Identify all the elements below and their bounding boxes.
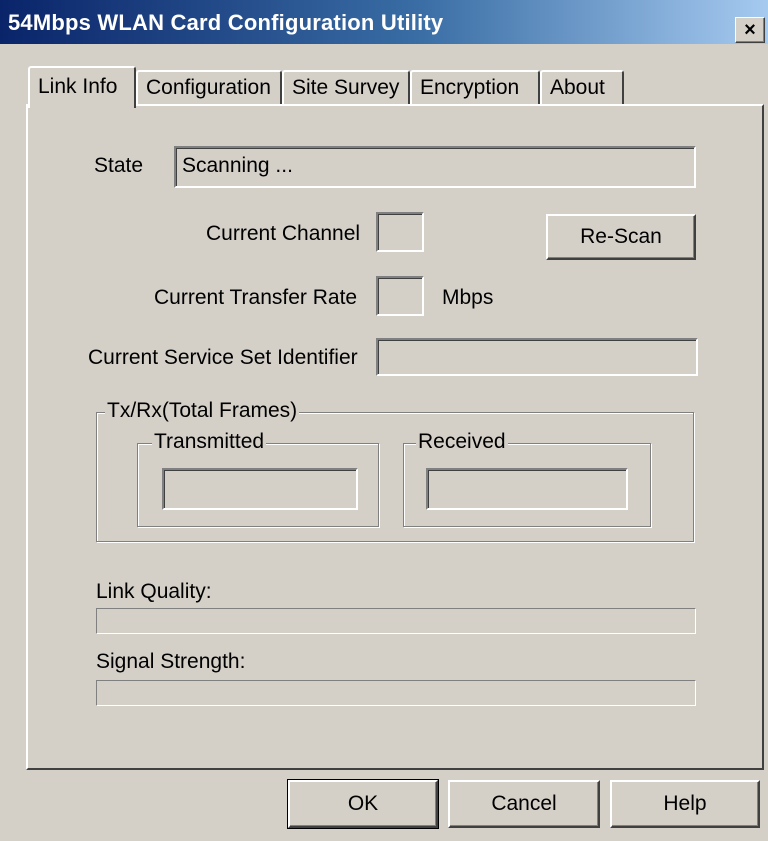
link-info-panel: State Scanning ... Current Channel Re-Sc… [26, 104, 764, 770]
help-label: Help [663, 792, 707, 815]
state-field: Scanning ... [174, 146, 696, 188]
ok-label: OK [347, 792, 379, 815]
tab-link-info[interactable]: Link Info [28, 66, 136, 108]
tab-encryption[interactable]: Encryption [410, 70, 540, 104]
ssid-field [376, 338, 698, 376]
cancel-button[interactable]: Cancel [448, 780, 600, 828]
tab-label: Site Survey [292, 76, 400, 99]
cancel-label: Cancel [491, 792, 557, 815]
help-button[interactable]: Help [610, 780, 760, 828]
tab-label: About [550, 76, 605, 99]
close-icon: × [744, 19, 756, 41]
current-channel-field [376, 212, 424, 252]
transmitted-field [162, 468, 358, 510]
transmitted-groupbox: Transmitted [137, 430, 379, 527]
tab-about[interactable]: About [540, 70, 624, 104]
tab-configuration[interactable]: Configuration [136, 70, 282, 104]
ok-button[interactable]: OK [287, 779, 439, 829]
tab-site-survey[interactable]: Site Survey [282, 70, 410, 104]
link-quality-bar [96, 608, 696, 634]
title-bar[interactable]: 54Mbps WLAN Card Configuration Utility × [0, 0, 768, 44]
transfer-rate-field [376, 276, 424, 316]
close-button[interactable]: × [735, 17, 765, 43]
received-field [426, 468, 628, 510]
tab-label: Encryption [420, 76, 520, 99]
link-quality-label: Link Quality: [96, 580, 212, 603]
tab-label: Link Info [38, 75, 118, 98]
received-groupbox: Received [403, 430, 651, 527]
current-channel-label: Current Channel [206, 222, 361, 245]
signal-strength-bar [96, 680, 696, 706]
frames-group-title: Tx/Rx(Total Frames) [105, 399, 300, 423]
rescan-label: Re-Scan [580, 225, 662, 248]
transfer-rate-unit: Mbps [442, 286, 494, 309]
config-dialog: 54Mbps WLAN Card Configuration Utility ×… [0, 0, 768, 841]
ssid-label: Current Service Set Identifier [88, 346, 358, 369]
frames-groupbox: Tx/Rx(Total Frames) Transmitted Received [96, 399, 694, 542]
state-label: State [94, 154, 144, 177]
received-label: Received [416, 430, 508, 454]
signal-strength-label: Signal Strength: [96, 650, 246, 673]
state-value: Scanning ... [182, 154, 293, 177]
window-title: 54Mbps WLAN Card Configuration Utility [8, 10, 444, 35]
tab-label: Configuration [146, 76, 271, 99]
transmitted-label: Transmitted [152, 430, 267, 454]
transfer-rate-label: Current Transfer Rate [154, 286, 358, 309]
rescan-button[interactable]: Re-Scan [546, 214, 696, 260]
